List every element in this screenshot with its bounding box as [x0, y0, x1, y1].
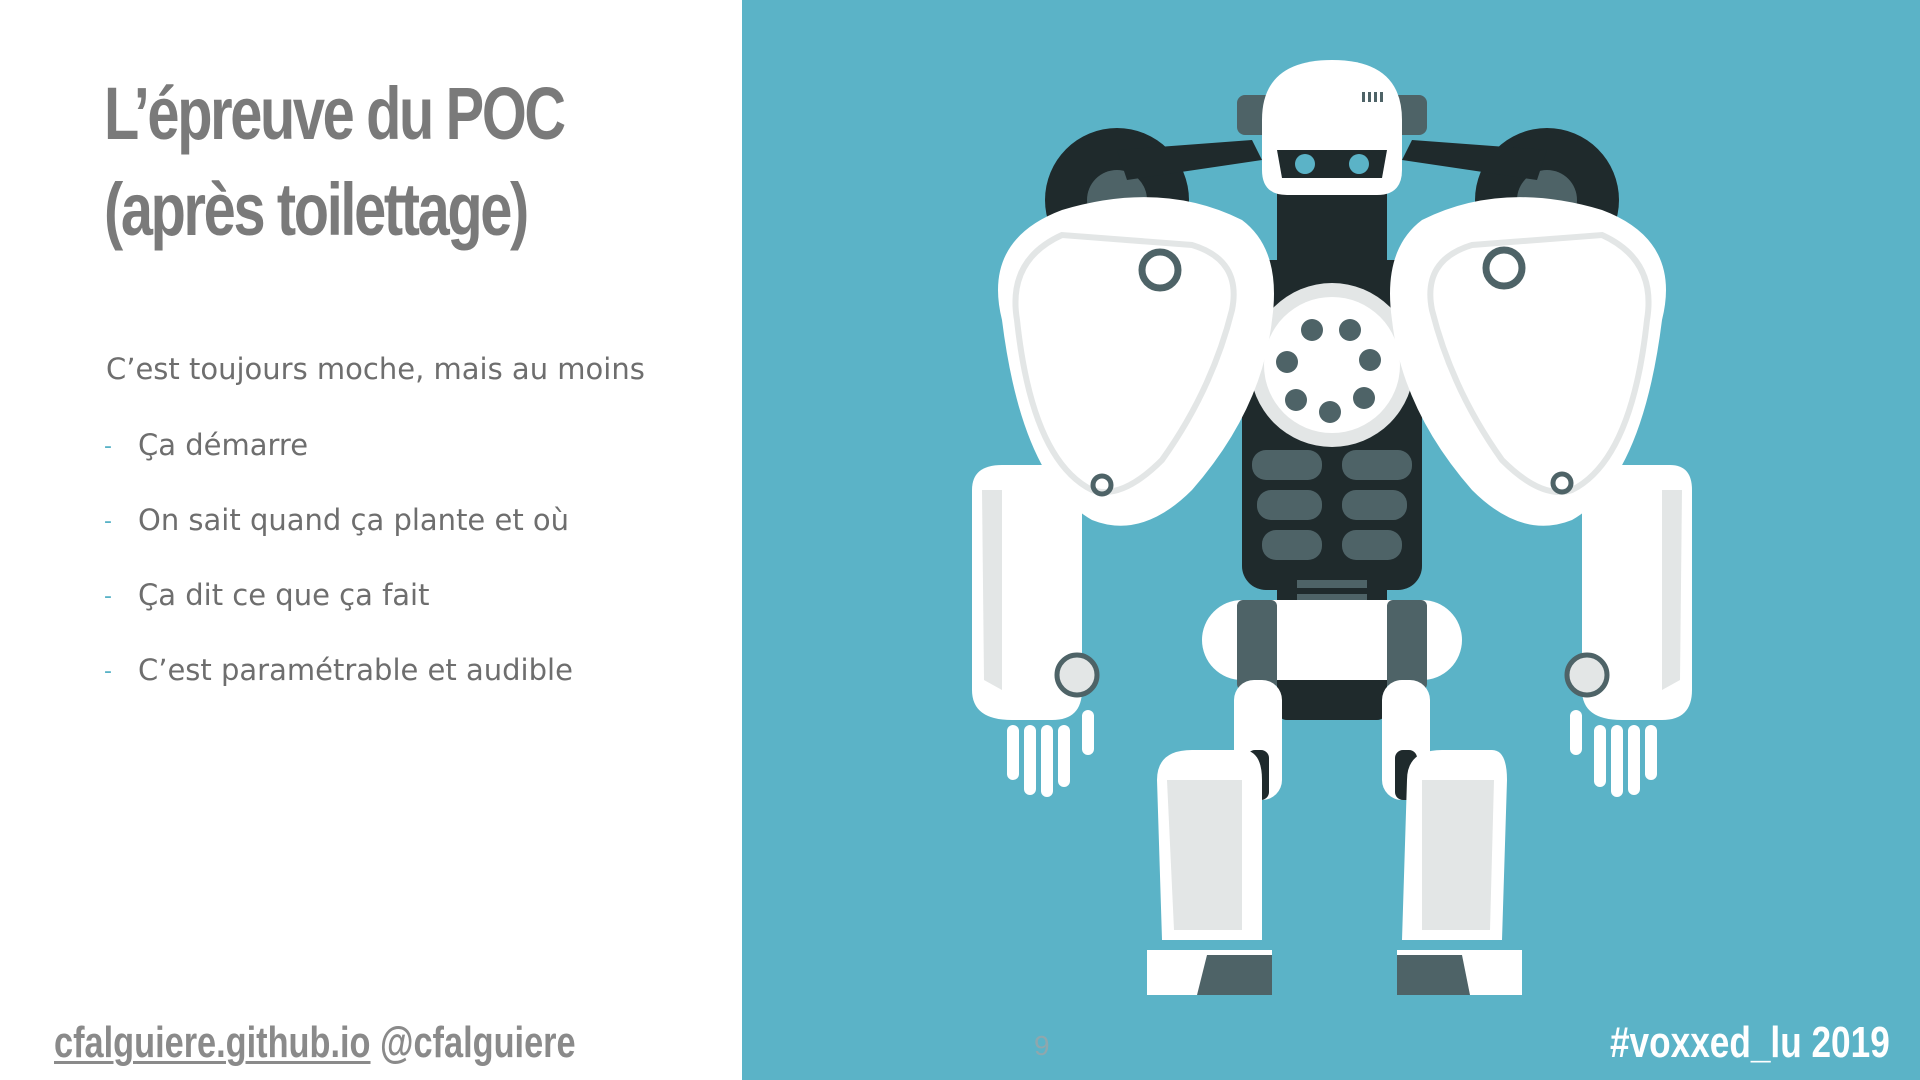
slide-title-line-1: L’épreuve du POC	[104, 72, 566, 155]
bullet-text: Ça démarre	[138, 428, 309, 462]
intro-text: C’est toujours moche, mais au moins	[106, 352, 645, 386]
robot-illustration	[972, 60, 1692, 995]
slide-title-line-2: (après toilettage)	[104, 168, 529, 251]
slide-title: L’épreuve du POC (après toilettage)	[104, 66, 588, 258]
page-number: 9	[1034, 1030, 1050, 1061]
bullet-text: C’est paramétrable et audible	[138, 653, 573, 687]
bullet-marker: -	[104, 659, 112, 684]
footer-site-link[interactable]: cfalguiere.github.io	[54, 1018, 371, 1068]
illustration-panel: 9 #voxxed_lu 2019	[742, 0, 1920, 1080]
slide-text-panel: L’épreuve du POC (après toilettage) C’es…	[0, 0, 742, 1080]
right-hand	[1570, 710, 1657, 797]
bullet-text: Ça dit ce que ça fait	[138, 578, 430, 612]
bullet-marker: -	[104, 434, 112, 459]
bullet-marker: -	[104, 584, 112, 609]
bullet-text: On sait quand ça plante et où	[138, 503, 570, 537]
bullet-marker: -	[104, 509, 112, 534]
footer-twitter-handle: @cfalguiere	[380, 1018, 576, 1067]
event-hashtag: #voxxed_lu 2019	[1610, 1018, 1890, 1067]
visor	[1277, 150, 1387, 178]
left-hand	[1007, 710, 1094, 797]
